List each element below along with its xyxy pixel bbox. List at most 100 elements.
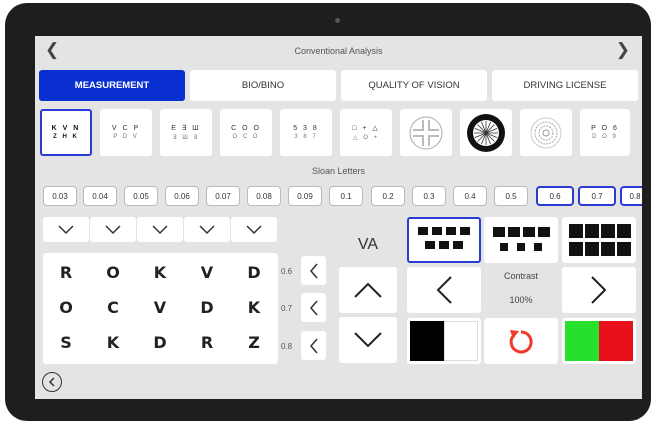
chart-concentric-target[interactable] [520,109,572,156]
va-button[interactable]: 0.07 [206,186,240,206]
chart-sloan-letters[interactable]: K V N Z H K [40,109,92,156]
chart-line-2: D O 9 [592,134,618,140]
white-half [444,321,478,361]
optotype[interactable]: V [192,263,222,282]
column-down-button[interactable] [43,217,89,242]
chart-tumbling-e[interactable]: E ∃ Ш ∃ Ш ∃ [160,109,212,156]
chart-line-1: E ∃ Ш [171,125,201,132]
page-title: Conventional Analysis [294,46,383,56]
home-back-button[interactable] [42,372,62,392]
chevron-down-icon [105,224,121,234]
va-button[interactable]: 0.06 [165,186,199,206]
va-button-selected[interactable]: 0.6 [536,186,574,206]
column-down-button[interactable] [137,217,183,242]
optotype[interactable]: K [145,263,175,282]
invert-contrast-button[interactable] [407,318,481,364]
chevron-left-icon [309,300,318,315]
optotype[interactable]: K [239,298,269,317]
optotype[interactable]: K [98,333,128,352]
contrast-decrease-button[interactable] [407,267,481,313]
tablet-frame: ❮ Conventional Analysis ❯ MEASUREMENT BI… [5,3,651,421]
chart-line-2: P D V [113,134,139,140]
va-button-selected[interactable]: 0.7 [578,186,616,206]
chart-line-1: K V N [51,125,81,132]
tab-driving-license[interactable]: DRIVING LICENSE [492,70,638,101]
chart-symbols[interactable]: □ + △ △ O + [340,109,392,156]
chart-line-1: □ + △ [352,125,380,132]
chart-radial-target[interactable] [460,109,512,156]
va-button[interactable]: 0.3 [412,186,446,206]
va-button[interactable]: 0.04 [83,186,117,206]
row-left-button[interactable] [301,331,326,360]
camera-icon [335,18,340,23]
chevron-down-icon [199,224,215,234]
row-va-label: 0.6 [281,267,293,276]
chart-line-1: P O 6 [591,125,619,132]
optotype[interactable]: D [239,263,269,282]
contrast-value: 100% [509,295,533,305]
optotype[interactable]: Z [239,333,269,352]
chart-cross-target[interactable] [400,109,452,156]
va-button-selected[interactable]: 0.8 [620,186,642,206]
row-va-label: 0.7 [281,304,293,313]
letter-grid-medium-icon [493,227,550,251]
chevron-left-icon [436,276,452,304]
optotype[interactable]: R [51,263,81,282]
optotype[interactable]: D [192,298,222,317]
black-half [410,321,444,361]
optotype[interactable]: V [145,298,175,317]
optotype[interactable]: O [98,263,128,282]
row-left-button[interactable] [301,293,326,322]
va-button[interactable]: 0.09 [288,186,322,206]
va-button[interactable]: 0.1 [329,186,363,206]
chevron-down-icon [246,224,262,234]
chart-line-1: V C P [111,125,141,132]
chart-line-1: 5 3 8 [293,125,319,132]
forward-chevron-icon[interactable]: ❯ [616,40,630,60]
column-down-button[interactable] [90,217,136,242]
tab-measurement[interactable]: MEASUREMENT [39,70,185,101]
letter-grid-small-icon [418,227,470,249]
optotype[interactable]: S [51,333,81,352]
optotype[interactable]: D [145,333,175,352]
top-bar: ❮ Conventional Analysis ❯ [35,36,642,66]
chart-pediatric[interactable]: P O 6 D O 9 [580,109,630,156]
chart-line-2: O C O [232,134,260,140]
size-down-button[interactable] [339,317,397,363]
column-down-button[interactable] [231,217,277,242]
optotype[interactable]: C [98,298,128,317]
va-label: VA [357,236,379,253]
contrast-increase-button[interactable] [562,267,636,313]
red-green-button[interactable] [562,318,636,364]
tab-bio-bino[interactable]: BIO/BINO [190,70,336,101]
reset-icon [509,330,533,354]
chevron-down-icon [58,224,74,234]
row-left-button[interactable] [301,256,326,285]
chart-line-1: C O O [231,125,261,132]
size-up-button[interactable] [339,267,397,313]
column-down-button[interactable] [184,217,230,242]
tab-quality-of-vision[interactable]: QUALITY OF VISION [341,70,487,101]
layout-3-rows-button[interactable] [407,217,481,263]
row-va-label: 0.8 [281,342,293,351]
va-button[interactable]: 0.2 [371,186,405,206]
optotype[interactable]: R [192,333,222,352]
reset-button[interactable] [484,318,558,364]
layout-1-row-button[interactable] [562,217,636,263]
chart-type-label: Sloan Letters [311,166,366,176]
va-button[interactable]: 0.03 [43,186,77,206]
va-button[interactable]: 0.5 [494,186,528,206]
chevron-left-icon [309,263,318,278]
letter-grid-large-icon [569,224,631,256]
chart-landolt-c[interactable]: C O O O C O [220,109,272,156]
va-button[interactable]: 0.08 [247,186,281,206]
letter-grid: R O K V D O C V D K S K D R Z [43,253,278,364]
layout-2-rows-button[interactable] [484,217,558,263]
optotype[interactable]: O [51,298,81,317]
chart-letters-2[interactable]: V C P P D V [100,109,152,156]
green-half [565,321,599,361]
va-button[interactable]: 0.4 [453,186,487,206]
va-button[interactable]: 0.05 [124,186,158,206]
chart-numbers[interactable]: 5 3 8 3 8 7 [280,109,332,156]
chart-line-2: Z H K [53,134,79,140]
